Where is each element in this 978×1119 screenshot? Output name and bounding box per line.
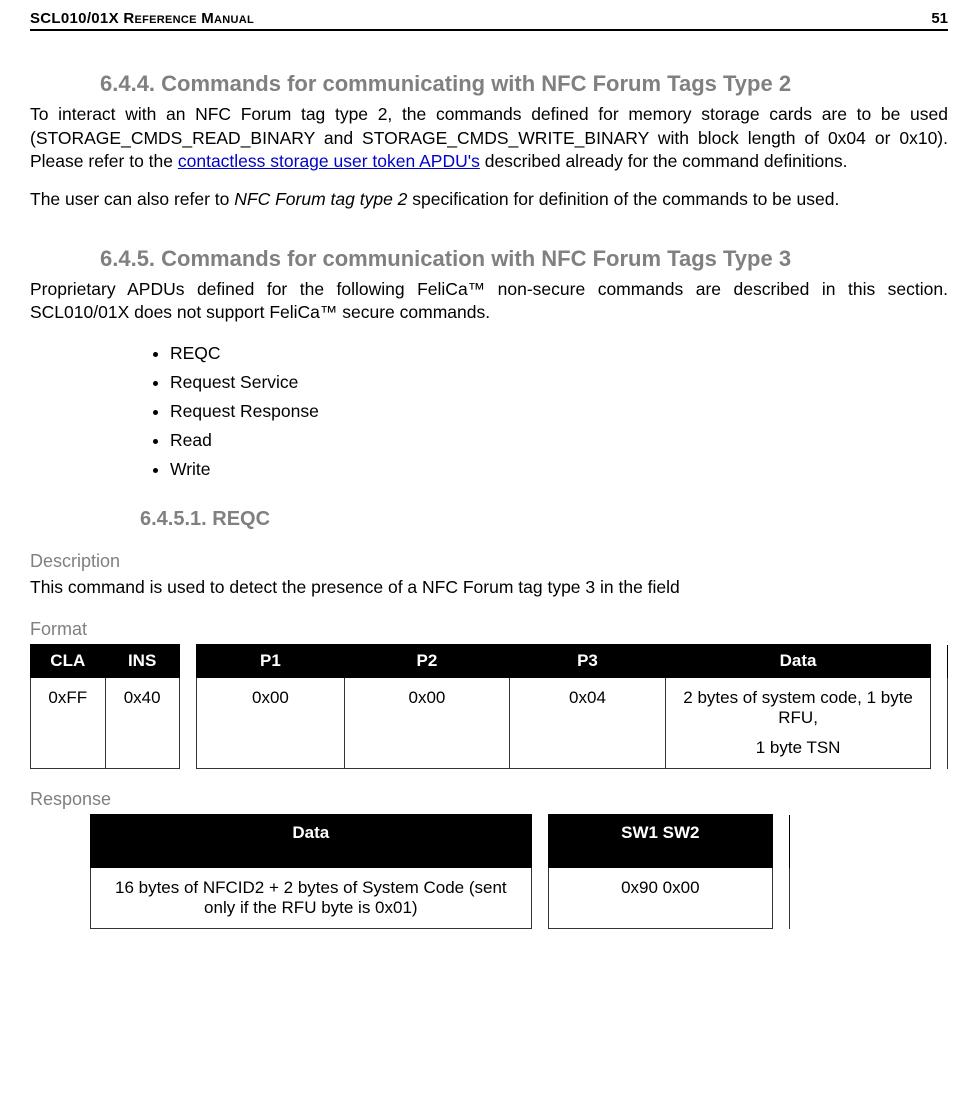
para-6-4-4-2: The user can also refer to NFC Forum tag… bbox=[30, 188, 948, 212]
label-response: Response bbox=[30, 789, 948, 810]
th-ins: INS bbox=[105, 645, 179, 678]
th-p1: P1 bbox=[196, 645, 344, 678]
list-item: Write bbox=[170, 455, 948, 484]
table-header-row: Data SW1 SW2 bbox=[91, 815, 790, 868]
para-6-4-5-1: Proprietary APDUs defined for the follow… bbox=[30, 278, 948, 325]
th-sep bbox=[772, 815, 789, 868]
td-cla: 0xFF bbox=[31, 678, 106, 769]
text: specification for definition of the comm… bbox=[407, 189, 839, 209]
th-p3: P3 bbox=[509, 645, 666, 678]
th-p2: P2 bbox=[345, 645, 510, 678]
td-ins: 0x40 bbox=[105, 678, 179, 769]
list-item: Request Response bbox=[170, 397, 948, 426]
response-table: Data SW1 SW2 16 bytes of NFCID2 + 2 byte… bbox=[90, 814, 790, 929]
page-number: 51 bbox=[931, 10, 948, 27]
list-item: Read bbox=[170, 426, 948, 455]
th-data: Data bbox=[91, 815, 532, 868]
text-italic: NFC Forum tag type 2 bbox=[234, 189, 407, 209]
heading-6-4-4: 6.4.4. Commands for communicating with N… bbox=[100, 71, 948, 97]
th-sw: SW1 SW2 bbox=[548, 815, 772, 868]
td-sw: 0x90 0x00 bbox=[548, 868, 772, 929]
th-sep bbox=[531, 815, 548, 868]
td-data: 16 bytes of NFCID2 + 2 bytes of System C… bbox=[91, 868, 532, 929]
format-table: CLA INS P1 P2 P3 Data 0xFF 0x40 0x00 0x0… bbox=[30, 644, 948, 769]
doc-title: SCL010/01X Reference Manual bbox=[30, 10, 254, 27]
th-sep bbox=[930, 645, 947, 678]
text: described already for the command defini… bbox=[480, 151, 848, 171]
para-6-4-4-1: To interact with an NFC Forum tag type 2… bbox=[30, 103, 948, 174]
description-text: This command is used to detect the prese… bbox=[30, 576, 948, 600]
table-row: 16 bytes of NFCID2 + 2 bytes of System C… bbox=[91, 868, 790, 929]
heading-6-4-5-1: 6.4.5.1. REQC bbox=[140, 508, 948, 531]
td-p1: 0x00 bbox=[196, 678, 344, 769]
th-data: Data bbox=[666, 645, 931, 678]
list-item: Request Service bbox=[170, 368, 948, 397]
page: SCL010/01X Reference Manual 51 6.4.4. Co… bbox=[0, 0, 978, 979]
td-data-line2: 1 byte TSN bbox=[674, 738, 922, 758]
label-format: Format bbox=[30, 619, 948, 640]
td-data: 2 bytes of system code, 1 byte RFU, 1 by… bbox=[666, 678, 931, 769]
table-row: 0xFF 0x40 0x00 0x00 0x04 2 bytes of syst… bbox=[31, 678, 948, 769]
label-description: Description bbox=[30, 551, 948, 572]
text: The user can also refer to bbox=[30, 189, 234, 209]
td-p2: 0x00 bbox=[345, 678, 510, 769]
page-header: SCL010/01X Reference Manual 51 bbox=[30, 10, 948, 31]
list-item: REQC bbox=[170, 339, 948, 368]
th-sep bbox=[179, 645, 196, 678]
td-data-line1: 2 bytes of system code, 1 byte RFU, bbox=[674, 688, 922, 728]
link-contactless-apdu[interactable]: contactless storage user token APDU's bbox=[178, 151, 480, 171]
heading-6-4-5: 6.4.5. Commands for communication with N… bbox=[100, 246, 948, 272]
table-header-row: CLA INS P1 P2 P3 Data bbox=[31, 645, 948, 678]
td-p3: 0x04 bbox=[509, 678, 666, 769]
bullet-list: REQC Request Service Request Response Re… bbox=[30, 339, 948, 484]
th-cla: CLA bbox=[31, 645, 106, 678]
